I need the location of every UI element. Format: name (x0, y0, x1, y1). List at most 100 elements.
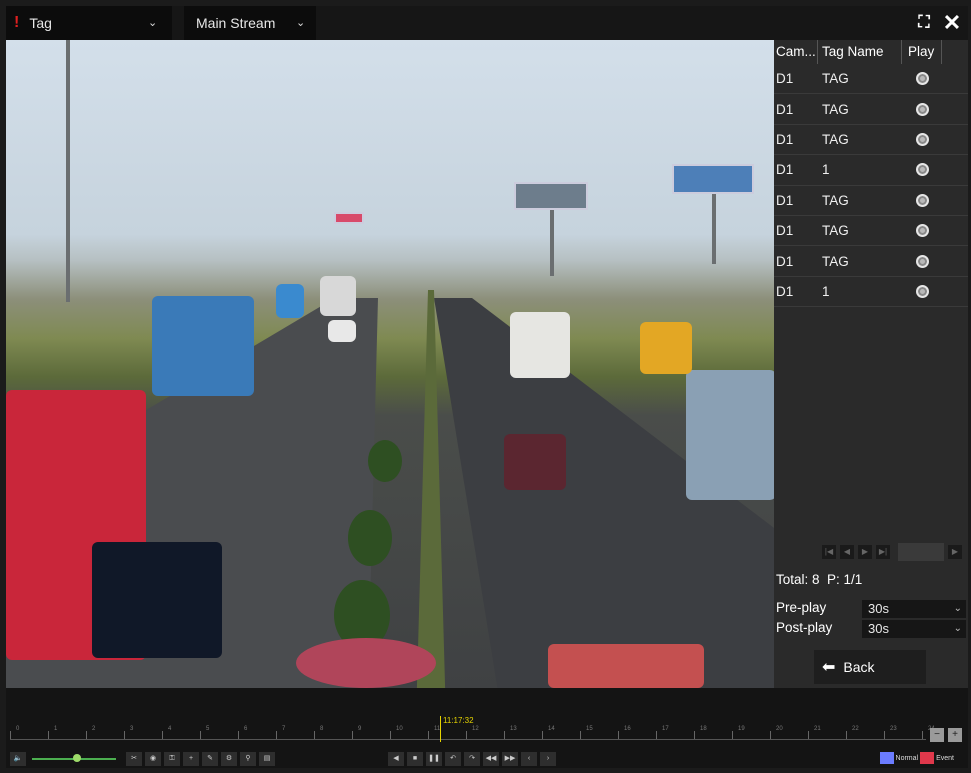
timeline-hour-label: 17 (662, 726, 669, 732)
next-page-icon[interactable]: ▶ (858, 545, 872, 559)
timeline-tick (352, 731, 353, 739)
video-playback-frame[interactable] (6, 40, 774, 688)
timeline-tick (580, 731, 581, 739)
timeline-track[interactable]: 0123456789101112131415161718192021222324 (10, 726, 935, 740)
cell-camera: D1 (776, 131, 794, 147)
timeline-tick (732, 731, 733, 739)
timeline-hour-label: 23 (890, 726, 897, 732)
prev-page-icon[interactable]: ◀ (840, 545, 854, 559)
lock-file-icon[interactable]: ⚿ (164, 752, 180, 766)
white-car (328, 320, 356, 342)
timeline-hour-label: 0 (16, 726, 20, 732)
next-day-icon[interactable]: › (540, 752, 556, 766)
table-row[interactable]: D1 TAG (774, 94, 968, 125)
table-row[interactable]: D1 TAG (774, 246, 968, 277)
play-icon[interactable] (915, 254, 929, 268)
fast-forward-icon[interactable]: ▶▶ (502, 752, 518, 766)
speaker-icon[interactable]: 🔈 (10, 752, 26, 766)
timeline-tick (428, 731, 429, 739)
file-management-icon[interactable]: ▤ (259, 752, 275, 766)
billboard (672, 164, 754, 194)
cell-tag-name: 1 (822, 283, 830, 299)
tool-buttons: ✂ ◉ ⚿ + ✎ ⚙ ⚲ ▤ (126, 752, 278, 766)
page-indicator: P: 1/1 (827, 572, 863, 587)
close-icon[interactable]: ✕ (938, 9, 966, 37)
pause-icon[interactable]: ❚❚ (426, 752, 442, 766)
play-icon[interactable] (915, 102, 929, 116)
table-row[interactable]: D1 TAG (774, 125, 968, 156)
skip-forward-icon[interactable]: ↷ (464, 752, 480, 766)
timeline-tick (466, 731, 467, 739)
table-row[interactable]: D1 TAG (774, 64, 968, 95)
stop-icon[interactable]: ■ (407, 752, 423, 766)
snapshot-icon[interactable]: ◉ (145, 752, 161, 766)
page-number-input[interactable] (898, 543, 944, 561)
red-car (548, 644, 704, 688)
digital-zoom-icon[interactable]: ⚲ (240, 752, 256, 766)
cell-tag-name: TAG (822, 71, 849, 87)
time-cursor[interactable] (440, 716, 441, 742)
event-legend-label: Event (936, 754, 954, 762)
play-icon[interactable] (915, 163, 929, 177)
chevron-down-icon: ⌄ (148, 17, 158, 29)
timeline-hour-label: 4 (168, 726, 172, 732)
cell-camera: D1 (776, 162, 794, 178)
slow-forward-icon[interactable]: ◀◀ (483, 752, 499, 766)
white-bus (510, 312, 570, 378)
clip-icon[interactable]: ✂ (126, 752, 142, 766)
play-icon[interactable] (915, 193, 929, 207)
postplay-select[interactable]: 30s ⌄ (862, 620, 966, 638)
mode-dropdown[interactable]: ! Tag ⌄ (6, 6, 172, 40)
timeline-tick (48, 731, 49, 739)
highway-median (416, 290, 446, 688)
table-row[interactable]: D1 TAG (774, 216, 968, 247)
table-row[interactable]: D1 1 (774, 277, 968, 308)
blue-container-truck (152, 296, 254, 396)
play-icon[interactable] (915, 284, 929, 298)
cell-camera: D1 (776, 223, 794, 239)
cell-camera: D1 (776, 71, 794, 87)
preplay-select[interactable]: 30s ⌄ (862, 600, 966, 618)
column-header-camera[interactable]: Cam... (774, 40, 818, 64)
custom-tag-icon[interactable]: ✎ (202, 752, 218, 766)
first-page-icon[interactable]: |◀ (822, 545, 836, 559)
cell-camera: D1 (776, 192, 794, 208)
tag-table-body: D1 TAG D1 TAG D1 TAG D1 1 D1 TAG D1 TAG D1 TAG … (774, 64, 968, 308)
tag-manage-icon[interactable]: ⚙ (221, 752, 237, 766)
back-button[interactable]: ⬅ Back (814, 650, 926, 684)
table-row[interactable]: D1 TAG (774, 186, 968, 216)
timeline-hour-label: 3 (130, 726, 134, 732)
timeline-hour-label: 13 (510, 726, 517, 732)
timeline-legend: Normal Event (879, 752, 954, 764)
play-icon[interactable] (915, 132, 929, 146)
play-icon[interactable] (915, 224, 929, 238)
play-icon[interactable] (915, 72, 929, 86)
top-toolbar: ! Tag ⌄ Main Stream ⌄ ⛶ ✕ (6, 6, 968, 40)
volume-slider-knob[interactable] (73, 754, 81, 762)
blue-truck (276, 284, 304, 318)
fullscreen-icon[interactable]: ⛶ (910, 9, 938, 37)
column-header-tag-name[interactable]: Tag Name (818, 40, 902, 64)
column-header-play[interactable]: Play (902, 40, 942, 64)
lamp-pole (66, 40, 70, 302)
previous-day-icon[interactable]: ‹ (521, 752, 537, 766)
timeline-tick (922, 731, 923, 739)
grey-truck (686, 370, 774, 500)
timeline-tick (200, 731, 201, 739)
timeline-hour-label: 20 (776, 726, 783, 732)
timeline-tick (504, 731, 505, 739)
timeline-hour-label: 22 (852, 726, 859, 732)
tag-table-header: Cam... Tag Name Play (774, 40, 968, 64)
dark-car (92, 542, 222, 658)
zoom-out-icon[interactable]: − (930, 728, 944, 742)
zoom-in-icon[interactable]: + (948, 728, 962, 742)
reverse-play-icon[interactable]: ◀ (388, 752, 404, 766)
hedge (368, 440, 402, 482)
table-row[interactable]: D1 1 (774, 155, 968, 186)
stream-dropdown[interactable]: Main Stream ⌄ (184, 6, 316, 40)
add-tag-icon[interactable]: + (183, 752, 199, 766)
last-page-icon[interactable]: ▶| (876, 545, 890, 559)
go-page-icon[interactable]: ▶ (948, 545, 962, 559)
back-arrow-icon: ⬅ (822, 659, 836, 676)
skip-back-icon[interactable]: ↶ (445, 752, 461, 766)
